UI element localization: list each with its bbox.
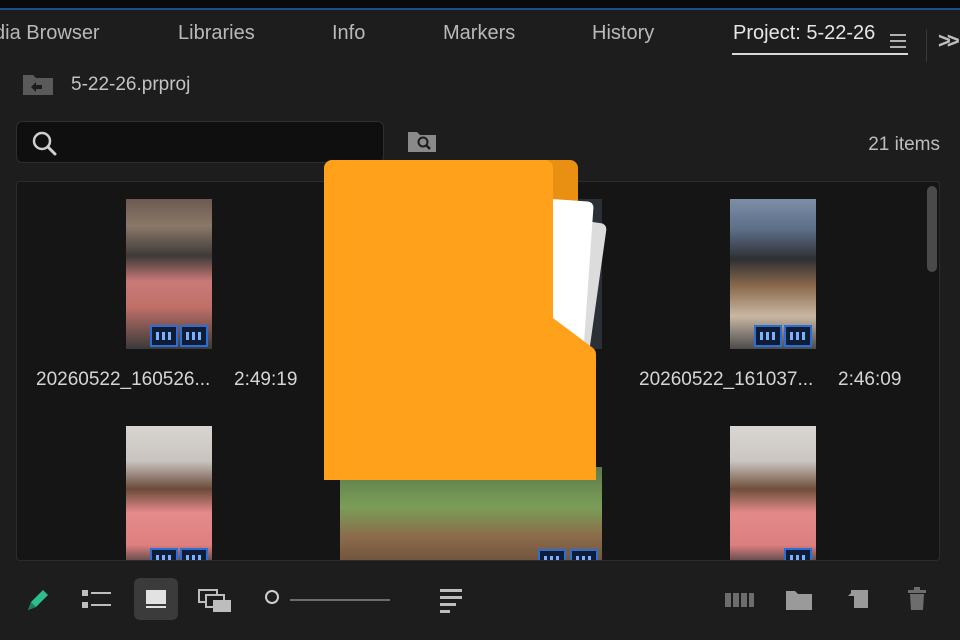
automate-to-sequence-icon[interactable] xyxy=(724,590,756,610)
clip-duration: 2:49:19 xyxy=(234,369,298,390)
project-panel-footer xyxy=(0,570,960,640)
clip-thumbnail[interactable] xyxy=(730,426,816,560)
active-tab-indicator xyxy=(732,53,908,55)
panel-menu-icon[interactable] xyxy=(890,34,906,52)
audio-badge-icon xyxy=(180,325,208,347)
video-badge-icon xyxy=(538,549,566,560)
window-top-edge xyxy=(0,0,960,10)
vertical-scrollbar[interactable] xyxy=(927,186,937,272)
audio-badge-icon xyxy=(784,325,812,347)
tab-divider xyxy=(926,30,927,62)
icon-view-button[interactable] xyxy=(134,578,178,620)
audio-badge-icon xyxy=(180,548,208,560)
tab-markers[interactable]: Markers xyxy=(443,22,515,45)
audio-badge-icon xyxy=(570,549,598,560)
tab-project[interactable]: Project: 5-22-26 xyxy=(733,22,875,45)
search-icon xyxy=(32,131,57,156)
new-item-icon[interactable] xyxy=(846,588,870,612)
search-input[interactable] xyxy=(16,121,384,163)
freeform-view-icon[interactable] xyxy=(198,588,234,614)
zoom-slider[interactable] xyxy=(290,599,390,601)
clip-thumbnail[interactable] xyxy=(340,467,602,560)
tab-libraries[interactable]: Libraries xyxy=(178,22,255,45)
video-badge-icon xyxy=(784,548,812,560)
video-badge-icon xyxy=(150,548,178,560)
video-badge-icon xyxy=(754,325,782,347)
find-bin-icon[interactable] xyxy=(406,130,438,154)
list-view-icon[interactable] xyxy=(81,588,113,612)
pen-icon[interactable] xyxy=(24,588,50,614)
video-badge-icon xyxy=(150,325,178,347)
trash-icon[interactable] xyxy=(906,586,928,612)
clip-name[interactable]: 20260522_160526... xyxy=(36,369,210,391)
clip-name[interactable]: 20260522_161037... xyxy=(639,369,813,391)
clip-thumbnail[interactable] xyxy=(126,426,212,560)
clip-duration: 2:46:09 xyxy=(838,369,902,390)
panel-tab-bar: dia Browser Libraries Info Markers Histo… xyxy=(0,10,960,62)
sort-icon[interactable] xyxy=(438,587,464,613)
project-folder-icon xyxy=(23,75,53,95)
icon-view-icon xyxy=(146,590,166,608)
project-folder-overlay-icon xyxy=(324,160,607,480)
project-file-name: 5-22-26.prproj xyxy=(71,74,191,95)
zoom-slider-knob[interactable] xyxy=(265,590,279,604)
clip-thumbnail[interactable] xyxy=(126,199,212,349)
tab-info[interactable]: Info xyxy=(332,22,365,45)
tab-media-browser[interactable]: dia Browser xyxy=(0,22,100,45)
items-count: 21 items xyxy=(868,134,940,155)
tab-history[interactable]: History xyxy=(592,22,654,45)
clip-thumbnail[interactable] xyxy=(730,199,816,349)
overflow-icon[interactable]: >> xyxy=(938,28,960,54)
new-bin-icon[interactable] xyxy=(785,588,813,612)
